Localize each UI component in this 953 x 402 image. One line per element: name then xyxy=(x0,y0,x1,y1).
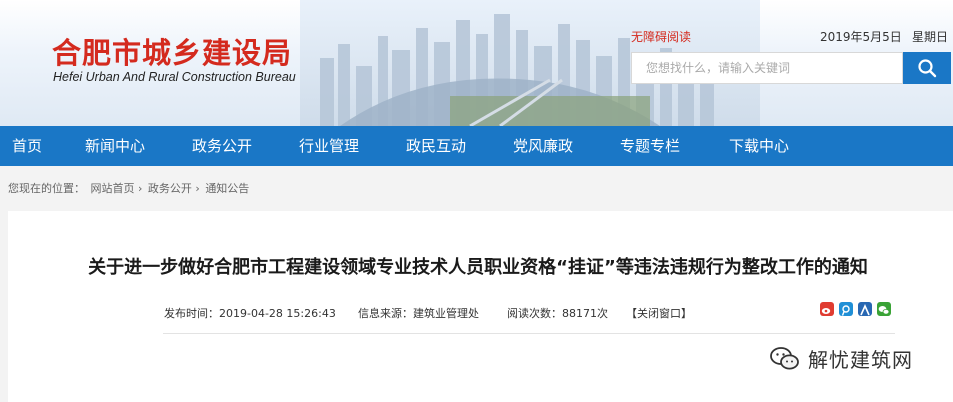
current-date: 2019年5月5日 xyxy=(820,30,902,44)
logo-chinese[interactable]: 合肥市城乡建设局 xyxy=(52,30,292,72)
article-title: 关于进一步做好合肥市工程建设领域专业技术人员职业资格“挂证”等违法违规行为整改工… xyxy=(88,257,868,278)
breadcrumb-prefix: 您现在的位置： xyxy=(8,182,85,195)
main-nav: 首页 新闻中心 政务公开 行业管理 政民互动 党风廉政 专题专栏 下载中心 xyxy=(0,126,953,166)
nav-news-center[interactable]: 新闻中心 xyxy=(85,126,145,166)
search-icon xyxy=(918,59,937,78)
nav-special-topics[interactable]: 专题专栏 xyxy=(620,126,680,166)
nav-home[interactable]: 首页 xyxy=(12,126,42,166)
breadcrumb-separator: › xyxy=(138,182,143,195)
breadcrumb-government-affairs[interactable]: 政务公开 xyxy=(148,182,192,195)
nav-public-interaction[interactable]: 政民互动 xyxy=(406,126,466,166)
info-source: 信息来源：建筑业管理处 xyxy=(358,307,479,320)
current-weekday: 星期日 xyxy=(912,30,949,44)
breadcrumb-separator: › xyxy=(195,182,200,195)
view-count: 阅读次数：88171次 xyxy=(507,307,608,320)
accessible-reading-link[interactable]: 无障碍阅读 xyxy=(631,28,691,45)
nav-industry-management[interactable]: 行业管理 xyxy=(299,126,359,166)
article-panel: 关于进一步做好合肥市工程建设领域专业技术人员职业资格“挂证”等违法违规行为整改工… xyxy=(8,211,953,402)
breadcrumb: 您现在的位置： 网站首页 › 政务公开 › 通知公告 xyxy=(8,180,249,196)
nav-integrity[interactable]: 党风廉政 xyxy=(513,126,573,166)
nav-downloads[interactable]: 下载中心 xyxy=(729,126,789,166)
search-button[interactable] xyxy=(903,52,951,84)
breadcrumb-home[interactable]: 网站首页 xyxy=(91,182,135,195)
watermark-text: 解忧建筑网 xyxy=(808,348,913,372)
meta-divider xyxy=(163,333,895,334)
wechat-icon[interactable] xyxy=(877,302,891,316)
publish-time: 发布时间：2019-04-28 15:26:43 xyxy=(164,307,336,320)
close-window-link[interactable]: 【关闭窗口】 xyxy=(626,305,692,321)
nav-government-affairs[interactable]: 政务公开 xyxy=(192,126,252,166)
tencent-weibo-icon[interactable] xyxy=(839,302,853,316)
wechat-logo-icon xyxy=(770,346,799,369)
watermark: 解忧建筑网 xyxy=(770,344,913,373)
site-header: 合肥市城乡建设局 Hefei Urban And Rural Construct… xyxy=(0,0,953,126)
renren-icon[interactable] xyxy=(858,302,872,316)
logo-english: Hefei Urban And Rural Construction Burea… xyxy=(53,70,296,84)
breadcrumb-notices[interactable]: 通知公告 xyxy=(205,182,249,195)
search-input[interactable] xyxy=(631,52,903,84)
weibo-icon[interactable] xyxy=(820,302,834,316)
